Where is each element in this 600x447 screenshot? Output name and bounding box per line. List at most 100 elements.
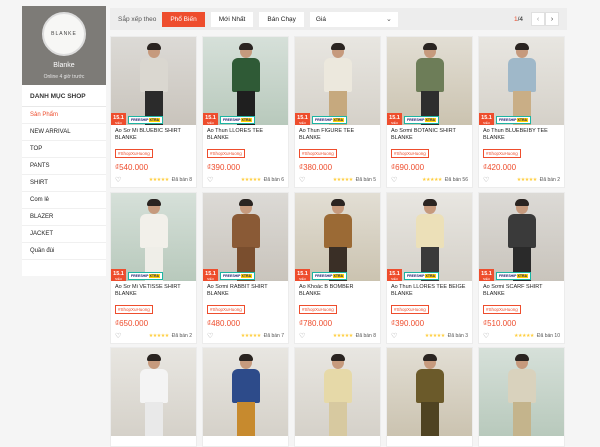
- sort-bar: Sắp xếp theo Phổ Biến Mới Nhất Bán Chạy …: [110, 8, 567, 30]
- category-item[interactable]: SHIRT: [22, 175, 106, 192]
- product-card[interactable]: [202, 347, 289, 447]
- price-sort-select[interactable]: Giá ⌄: [309, 11, 398, 27]
- category-item[interactable]: Com lê: [22, 192, 106, 209]
- product-image[interactable]: [203, 348, 288, 436]
- heart-icon[interactable]: ♡: [299, 332, 305, 340]
- product-card[interactable]: [386, 347, 473, 447]
- product-image[interactable]: 15.1SIÊU SALEFREESHIPXTRA: [203, 193, 288, 281]
- product-image[interactable]: [479, 348, 564, 436]
- product-card[interactable]: 15.1SIÊU SALEFREESHIPXTRA Áo Sơmi RABBIT …: [202, 192, 289, 344]
- product-name[interactable]: Áo Sơ Mi VETISSE SHIRT BLANKE: [115, 284, 192, 298]
- product-card[interactable]: 15.1SIÊU SALEFREESHIPXTRA Áo Thun LLORES …: [202, 36, 289, 188]
- sale-badge: 15.1SIÊU SALE: [203, 113, 218, 125]
- trend-tag: #ShopXuHuong: [483, 149, 521, 158]
- shop-logo[interactable]: BLANKE: [42, 12, 86, 56]
- category-item[interactable]: JACKET: [22, 226, 106, 243]
- category-item[interactable]: TOP: [22, 141, 106, 158]
- mini-pager: 1/4 ‹ ›: [514, 12, 559, 26]
- product-name[interactable]: Áo Sơ Mi BLUEBIC SHIRT BLANKE: [115, 128, 192, 142]
- sort-label: Sắp xếp theo: [118, 15, 157, 23]
- heart-icon[interactable]: ♡: [299, 176, 305, 184]
- product-image[interactable]: 15.1SIÊU SALEFREESHIPXTRA: [295, 193, 380, 281]
- shop-name[interactable]: Blanke: [22, 62, 106, 69]
- category-item[interactable]: NEW ARRIVAL: [22, 124, 106, 141]
- product-card[interactable]: 15.1SIÊU SALEFREESHIPXTRA Áo Sơmi SCARF S…: [478, 192, 565, 344]
- promo-badges: 15.1SIÊU SALEFREESHIPXTRA: [111, 269, 164, 281]
- star-rating-icon: ★★★★★: [240, 333, 261, 339]
- promo-badges: 15.1SIÊU SALEFREESHIPXTRA: [479, 113, 532, 125]
- promo-badges: 15.1SIÊU SALEFREESHIPXTRA: [203, 269, 256, 281]
- promo-badges: 15.1SIÊU SALEFREESHIPXTRA: [479, 269, 532, 281]
- product-card[interactable]: 15.1SIÊU SALEFREESHIPXTRA Áo Sơmi BOTANIC…: [386, 36, 473, 188]
- star-rating-icon: ★★★★★: [514, 333, 534, 339]
- shop-header: BLANKE Blanke Online 4 giờ trước: [22, 6, 106, 85]
- freeship-badge: FREESHIPXTRA: [404, 116, 440, 124]
- star-rating-icon: ★★★★★: [148, 177, 169, 183]
- freeship-badge: FREESHIPXTRA: [312, 272, 348, 280]
- product-image[interactable]: 15.1SIÊU SALEFREESHIPXTRA: [203, 37, 288, 125]
- product-price: ₫420.000: [483, 163, 517, 172]
- product-name[interactable]: Áo Sơmi RABBIT SHIRT BLANKE: [207, 284, 284, 298]
- product-image[interactable]: 15.1SIÊU SALEFREESHIPXTRA: [387, 193, 472, 281]
- product-card[interactable]: [478, 347, 565, 447]
- product-card[interactable]: 15.1SIÊU SALEFREESHIPXTRA Áo Sơ Mi BLUEBI…: [110, 36, 197, 188]
- product-location: TP. Hồ Chí Minh: [391, 343, 468, 344]
- category-item[interactable]: Quần đùi: [22, 243, 106, 260]
- product-price: ₫390.000: [391, 319, 425, 328]
- product-image[interactable]: [111, 348, 196, 436]
- sold-count: Đã bán 10: [536, 333, 560, 339]
- model-figure: [229, 354, 263, 436]
- trend-tag: #ShopXuHuong: [115, 305, 153, 314]
- product-name[interactable]: Áo Sơmi BOTANIC SHIRT BLANKE: [391, 128, 468, 142]
- product-location: TP. Hồ Chí Minh: [115, 343, 192, 344]
- product-location: TP. Hồ Chí Minh: [115, 187, 192, 188]
- product-image[interactable]: 15.1SIÊU SALEFREESHIPXTRA: [295, 37, 380, 125]
- product-image[interactable]: 15.1SIÊU SALEFREESHIPXTRA: [479, 37, 564, 125]
- shop-online-status: Online 4 giờ trước: [43, 74, 85, 80]
- sort-newest-button[interactable]: Mới Nhất: [210, 11, 254, 27]
- heart-icon[interactable]: ♡: [391, 332, 397, 340]
- star-rating-icon: ★★★★★: [332, 333, 353, 339]
- heart-icon[interactable]: ♡: [207, 332, 213, 340]
- heart-icon[interactable]: ♡: [483, 332, 489, 340]
- chevron-down-icon: ⌄: [386, 16, 392, 23]
- sort-bestseller-button[interactable]: Bán Chạy: [259, 11, 304, 27]
- product-card[interactable]: [294, 347, 381, 447]
- category-item[interactable]: PANTS: [22, 158, 106, 175]
- product-card[interactable]: 15.1SIÊU SALEFREESHIPXTRA Áo Thun BLUEBEI…: [478, 36, 565, 188]
- chevron-right-icon: ›: [550, 15, 554, 23]
- sale-badge: 15.1SIÊU SALE: [479, 113, 494, 125]
- sort-popular-button[interactable]: Phổ Biến: [162, 11, 205, 27]
- category-item[interactable]: Sản Phẩm: [22, 107, 106, 124]
- sold-count: Đã bán 5: [355, 177, 376, 183]
- product-name[interactable]: Áo Thun LLORES TEE BLANKE: [207, 128, 284, 142]
- star-rating-icon: ★★★★★: [240, 177, 261, 183]
- heart-icon[interactable]: ♡: [207, 176, 213, 184]
- product-name[interactable]: Áo Thun FIGURE TEE BLANKE: [299, 128, 376, 142]
- category-item[interactable]: BLAZER: [22, 209, 106, 226]
- product-card[interactable]: 15.1SIÊU SALEFREESHIPXTRA Áo Sơ Mi VETISS…: [110, 192, 197, 344]
- next-page-button[interactable]: ›: [545, 12, 559, 26]
- product-location: TP. Hồ Chí Minh: [483, 187, 560, 188]
- product-image[interactable]: [295, 348, 380, 436]
- product-card[interactable]: 15.1SIÊU SALEFREESHIPXTRA Áo Khoác B BOMB…: [294, 192, 381, 344]
- heart-icon[interactable]: ♡: [115, 332, 121, 340]
- product-name[interactable]: Áo Thun BLUEBEIBY TEE BLANKE: [483, 128, 560, 142]
- product-image[interactable]: 15.1SIÊU SALEFREESHIPXTRA: [387, 37, 472, 125]
- product-name[interactable]: Áo Sơmi SCARF SHIRT BLANKE: [483, 284, 560, 298]
- product-image[interactable]: 15.1SIÊU SALEFREESHIPXTRA: [479, 193, 564, 281]
- heart-icon[interactable]: ♡: [391, 176, 397, 184]
- heart-icon[interactable]: ♡: [483, 176, 489, 184]
- product-name[interactable]: Áo Khoác B BOMBER BLANKE: [299, 284, 376, 298]
- product-image[interactable]: 15.1SIÊU SALEFREESHIPXTRA: [111, 193, 196, 281]
- product-image[interactable]: [387, 348, 472, 436]
- prev-page-button[interactable]: ‹: [531, 12, 545, 26]
- product-card[interactable]: 15.1SIÊU SALEFREESHIPXTRA Áo Thun LLORES …: [386, 192, 473, 344]
- heart-icon[interactable]: ♡: [115, 176, 121, 184]
- product-card[interactable]: 15.1SIÊU SALEFREESHIPXTRA Áo Thun FIGURE …: [294, 36, 381, 188]
- category-title: DANH MỤC SHOP: [22, 85, 106, 107]
- chevron-left-icon: ‹: [536, 15, 540, 23]
- product-image[interactable]: 15.1SIÊU SALEFREESHIPXTRA: [111, 37, 196, 125]
- product-card[interactable]: [110, 347, 197, 447]
- product-name[interactable]: Áo Thun LLORES TEE BEIGE BLANKE: [391, 284, 468, 298]
